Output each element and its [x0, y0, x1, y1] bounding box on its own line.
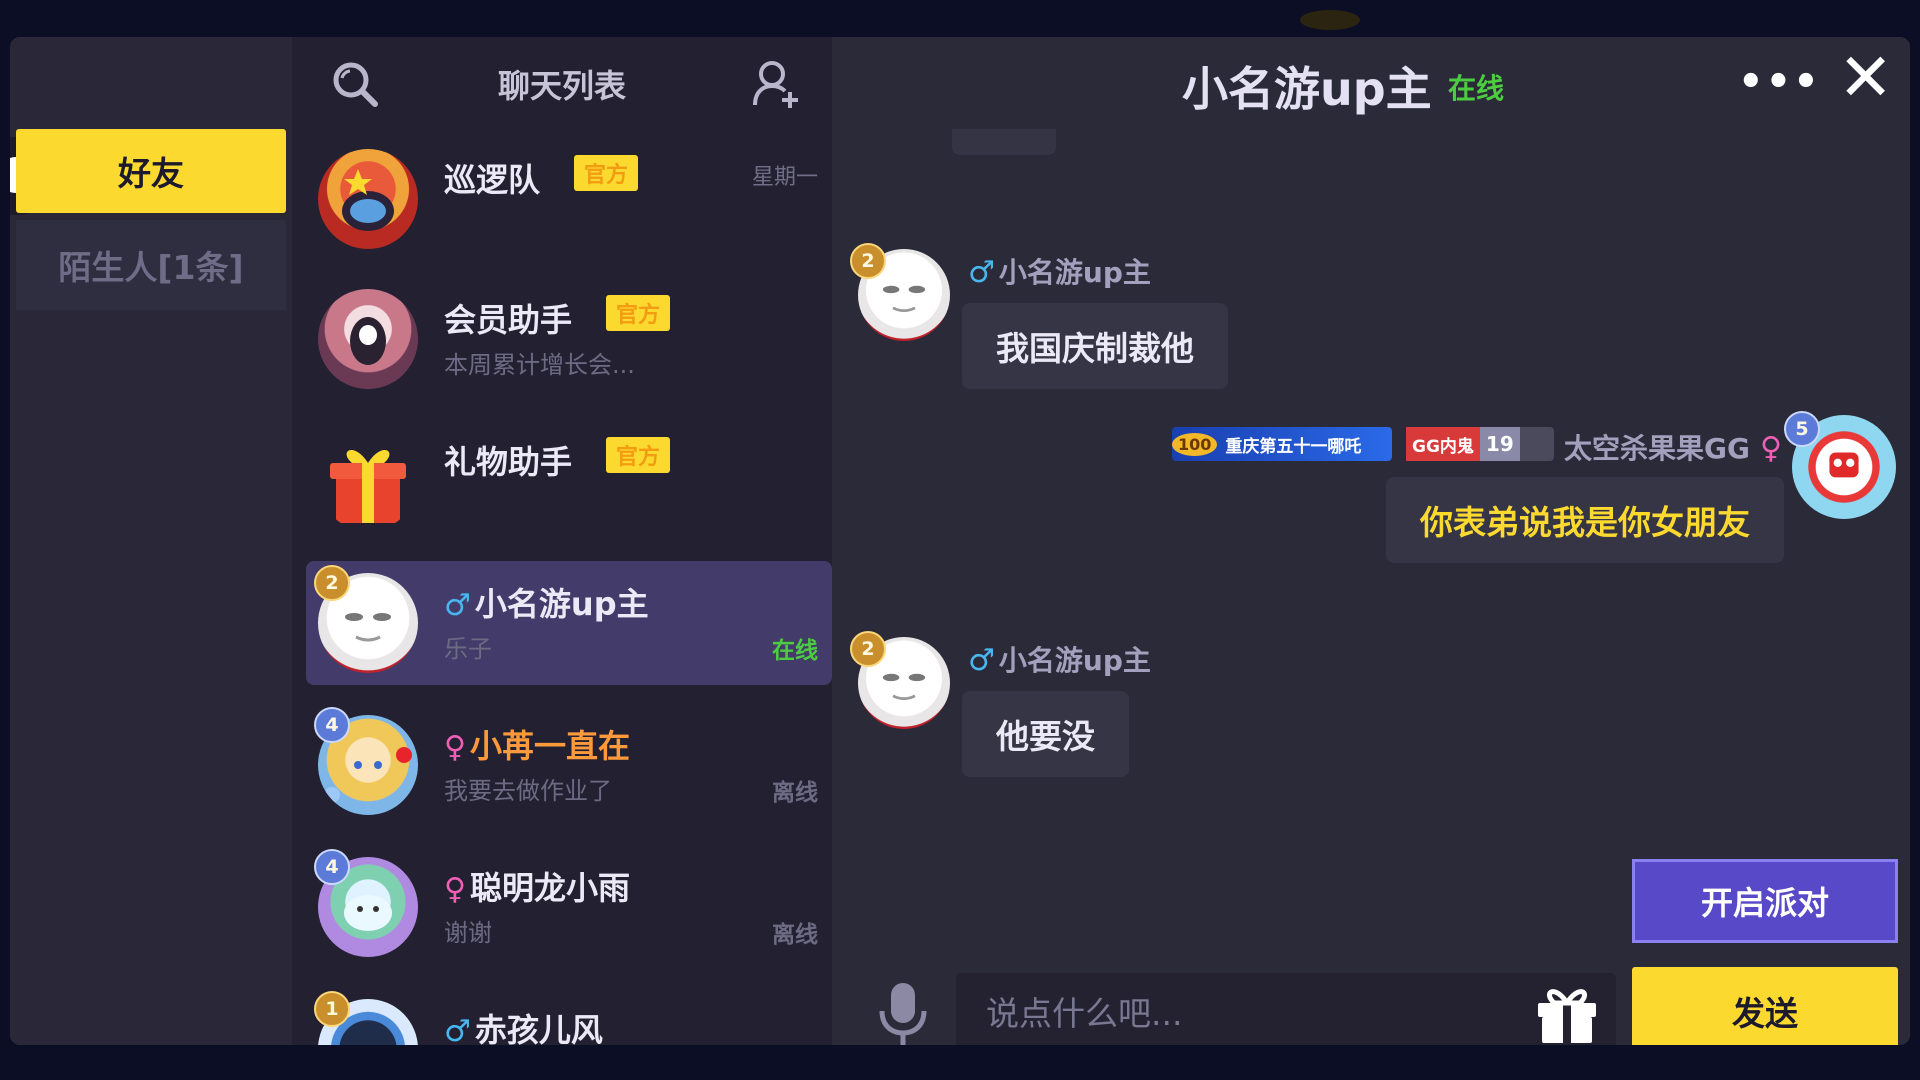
- message-input[interactable]: [956, 973, 1616, 1045]
- online-status: 在线: [1448, 72, 1505, 105]
- chat-item-name-text: 小苒一直在: [469, 727, 630, 765]
- official-badge: 官方: [606, 437, 671, 473]
- chat-item-time: 星期一: [751, 165, 818, 190]
- chat-header: 小名游up主 在线 ••• ✕: [832, 37, 1910, 129]
- online-status: 在线: [772, 638, 818, 664]
- sender-name-text: 小名游up主: [998, 256, 1151, 289]
- chat-list-title: 聊天列表: [497, 67, 626, 105]
- chat-item-patrol[interactable]: 巡逻队 官方 星期一: [306, 137, 832, 261]
- message-bubble-mine: 你表弟说我是你女朋友: [1386, 477, 1784, 563]
- category-sidebar: 好友 陌生人[1条]: [10, 37, 292, 1045]
- chat-item-preview: 乐子: [444, 635, 492, 663]
- avatar: [318, 289, 418, 389]
- gift-icon[interactable]: [1532, 981, 1602, 1045]
- chat-list-header: 聊天列表: [292, 37, 832, 127]
- chat-item-name-text: 小名游up主: [474, 585, 649, 623]
- level-badge: 2: [850, 243, 886, 279]
- avatar: [318, 149, 418, 249]
- female-icon: ♀: [444, 872, 466, 907]
- offline-status: 离线: [772, 922, 818, 948]
- sender-name-text: 太空杀果果GG: [1564, 432, 1750, 465]
- chat-item-chihaierfeng[interactable]: 1 ♂ 赤孩儿风: [306, 987, 832, 1045]
- friends-panel: 好友 陌生人[1条] 聊天列表 巡逻队 官方 星期一 会员助手 官方 本周累计增…: [10, 37, 1910, 1045]
- message-bubble: 他要没: [962, 691, 1129, 777]
- chat-item-gift-assistant[interactable]: 礼物助手 官方: [306, 419, 832, 543]
- message-area[interactable]: 2 ♂ 小名游up主 我国庆制裁他 100 重庆第五十一哪吒 GG内鬼 19 太空…: [832, 129, 1910, 869]
- role-tag: GG内鬼 19: [1406, 427, 1554, 461]
- message-row-sent: 100 重庆第五十一哪吒 GG内鬼 19 太空杀果果GG ♀ 5 你表弟说我是你女…: [832, 411, 1910, 599]
- chat-item-name-text: 聪明龙小雨: [469, 869, 630, 907]
- chat-item-name: ♂ 赤孩儿风: [444, 1005, 603, 1045]
- chat-item-name: ♀ 小苒一直在: [444, 721, 630, 767]
- chat-item-vip-assistant[interactable]: 会员助手 官方 本周累计增长会...: [306, 277, 832, 401]
- level-badge: 1: [314, 991, 350, 1027]
- male-icon: ♂: [968, 255, 995, 290]
- chat-item-name: 礼物助手: [444, 443, 573, 481]
- level-badge: 5: [1784, 411, 1820, 447]
- message-row-received: 2 ♂ 小名游up主 他要没: [832, 631, 1910, 807]
- background-decoration: [1300, 10, 1360, 30]
- sender-name: 太空杀果果GG ♀: [1564, 427, 1786, 467]
- medal-tag: 100 重庆第五十一哪吒: [1172, 427, 1392, 461]
- add-friend-icon[interactable]: [752, 59, 802, 109]
- chat-item-name: 巡逻队: [444, 161, 541, 199]
- chat-item-name: ♂ 小名游up主: [444, 579, 649, 625]
- chat-item-name: ♀ 聪明龙小雨: [444, 863, 630, 909]
- level-badge: 4: [314, 707, 350, 743]
- sender-name: ♂ 小名游up主: [968, 251, 1151, 291]
- chat-partner-name: 小名游up主: [1182, 62, 1432, 116]
- level-badge: 2: [314, 565, 350, 601]
- medal-number: 100: [1172, 432, 1218, 456]
- chat-item-preview: 本周累计增长会...: [444, 351, 635, 379]
- message-bubble: 我国庆制裁他: [962, 303, 1228, 389]
- male-icon: ♂: [444, 1014, 471, 1045]
- chat-window: 小名游up主 在线 ••• ✕ 2 ♂ 小名游up主 我国庆制裁他 100 重庆第…: [832, 37, 1910, 1045]
- role-text: GG内鬼: [1406, 427, 1480, 461]
- male-icon: ♂: [444, 588, 471, 623]
- chat-item-preview: 我要去做作业了: [444, 777, 612, 805]
- tab-friends[interactable]: 好友: [16, 129, 286, 213]
- microphone-icon[interactable]: [876, 981, 930, 1045]
- chat-item-name: 会员助手: [444, 301, 573, 339]
- close-button[interactable]: ✕: [1838, 45, 1893, 111]
- message-row-received: 2 ♂ 小名游up主 我国庆制裁他: [832, 243, 1910, 419]
- chat-item-name-text: 赤孩儿风: [474, 1011, 603, 1045]
- message-bubble-partial: [952, 129, 1056, 155]
- tab-strangers[interactable]: 陌生人[1条]: [16, 220, 286, 310]
- male-icon: ♂: [968, 643, 995, 678]
- chat-list: 聊天列表 巡逻队 官方 星期一 会员助手 官方 本周累计增长会... 礼物助手 …: [292, 37, 832, 1045]
- chat-item-preview: 谢谢: [444, 919, 492, 947]
- chat-item-xiaoran[interactable]: 4 ♀ 小苒一直在 我要去做作业了 离线: [306, 703, 832, 827]
- composer: 开启派对 发送: [832, 857, 1910, 1045]
- more-options-button[interactable]: •••: [1738, 59, 1821, 105]
- level-badge: 2: [850, 631, 886, 667]
- medal-text: 重庆第五十一哪吒: [1225, 436, 1362, 457]
- gift-box-avatar: [318, 431, 418, 531]
- start-party-button[interactable]: 开启派对: [1632, 859, 1898, 943]
- level-badge: 4: [314, 849, 350, 885]
- send-button[interactable]: 发送: [1632, 967, 1898, 1045]
- offline-status: 离线: [772, 780, 818, 806]
- sender-name-text: 小名游up主: [998, 644, 1151, 677]
- chat-item-conglonglong[interactable]: 4 ♀ 聪明龙小雨 谢谢 离线: [306, 845, 832, 969]
- official-badge: 官方: [574, 155, 639, 191]
- official-badge: 官方: [606, 295, 671, 331]
- role-level: 19: [1479, 427, 1520, 461]
- sender-name: ♂ 小名游up主: [968, 639, 1151, 679]
- chat-item-xiaomingyou[interactable]: 2 ♂ 小名游up主 乐子 在线: [306, 561, 832, 685]
- female-icon: ♀: [1759, 431, 1782, 466]
- female-icon: ♀: [444, 730, 466, 765]
